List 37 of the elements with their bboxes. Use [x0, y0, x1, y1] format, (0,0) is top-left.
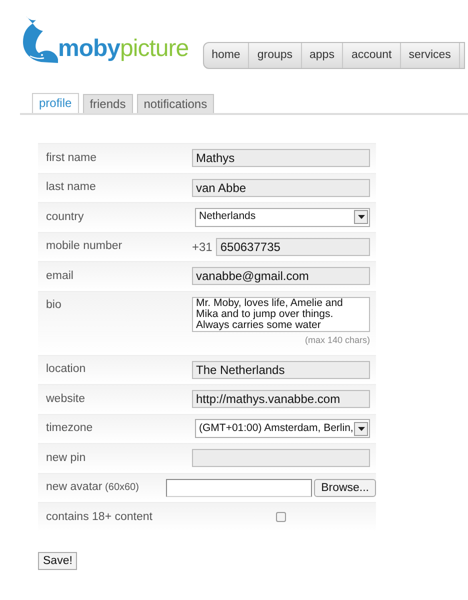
nav-link[interactable]: services [400, 43, 460, 68]
text-field[interactable]: vanabbe@gmail.com [192, 267, 370, 286]
field-label: new pin [46, 450, 87, 466]
text-field[interactable]: Mathys [192, 149, 370, 168]
nav-link[interactable]: account [343, 43, 401, 68]
field-label: mobile number [46, 239, 124, 254]
nav-link[interactable]: apps [302, 43, 344, 68]
field-label: website [46, 392, 86, 407]
checkbox[interactable] [276, 512, 286, 522]
field-label: new avatar (60x60) [46, 480, 140, 496]
field-label: email [46, 268, 74, 284]
save-button[interactable]: Save! [38, 552, 78, 570]
text-field[interactable]: http://mathys.vanabbe.com [192, 390, 370, 408]
text-field[interactable]: The Netherlands [192, 360, 370, 379]
phone-field[interactable]: 650637735 [216, 238, 370, 256]
nav-link[interactable]: home [204, 43, 250, 68]
tab[interactable]: profile [32, 93, 79, 113]
text-field[interactable]: van Abbe [192, 178, 370, 197]
field-label: contains 18+ content [46, 510, 154, 525]
browse-button[interactable]: Browse... [314, 478, 376, 497]
nav-link[interactable]: groups [249, 43, 302, 68]
text-field[interactable] [192, 449, 370, 468]
field-label: first name [46, 150, 98, 166]
logo-text: mobypicture [58, 36, 189, 64]
field-label: location [46, 362, 87, 378]
bio-textarea[interactable]: Mr. Moby, loves life, Amelie and Mika and to jump over things. Always carries some water [192, 296, 370, 332]
field-label: bio [46, 298, 62, 312]
file-field[interactable] [166, 478, 312, 497]
field-label: country [46, 210, 85, 225]
hint-text: (max 140 chars) [304, 334, 370, 347]
tab[interactable]: friends [82, 94, 133, 113]
field-label: last name [46, 180, 97, 196]
dropdown[interactable]: Netherlands [195, 208, 370, 227]
tab[interactable]: notifications [136, 94, 214, 113]
dropdown[interactable]: (GMT+01:00) Amsterdam, Berlin, [195, 419, 370, 438]
field-label: timezone [46, 421, 94, 436]
country-code: +31 [192, 238, 212, 256]
